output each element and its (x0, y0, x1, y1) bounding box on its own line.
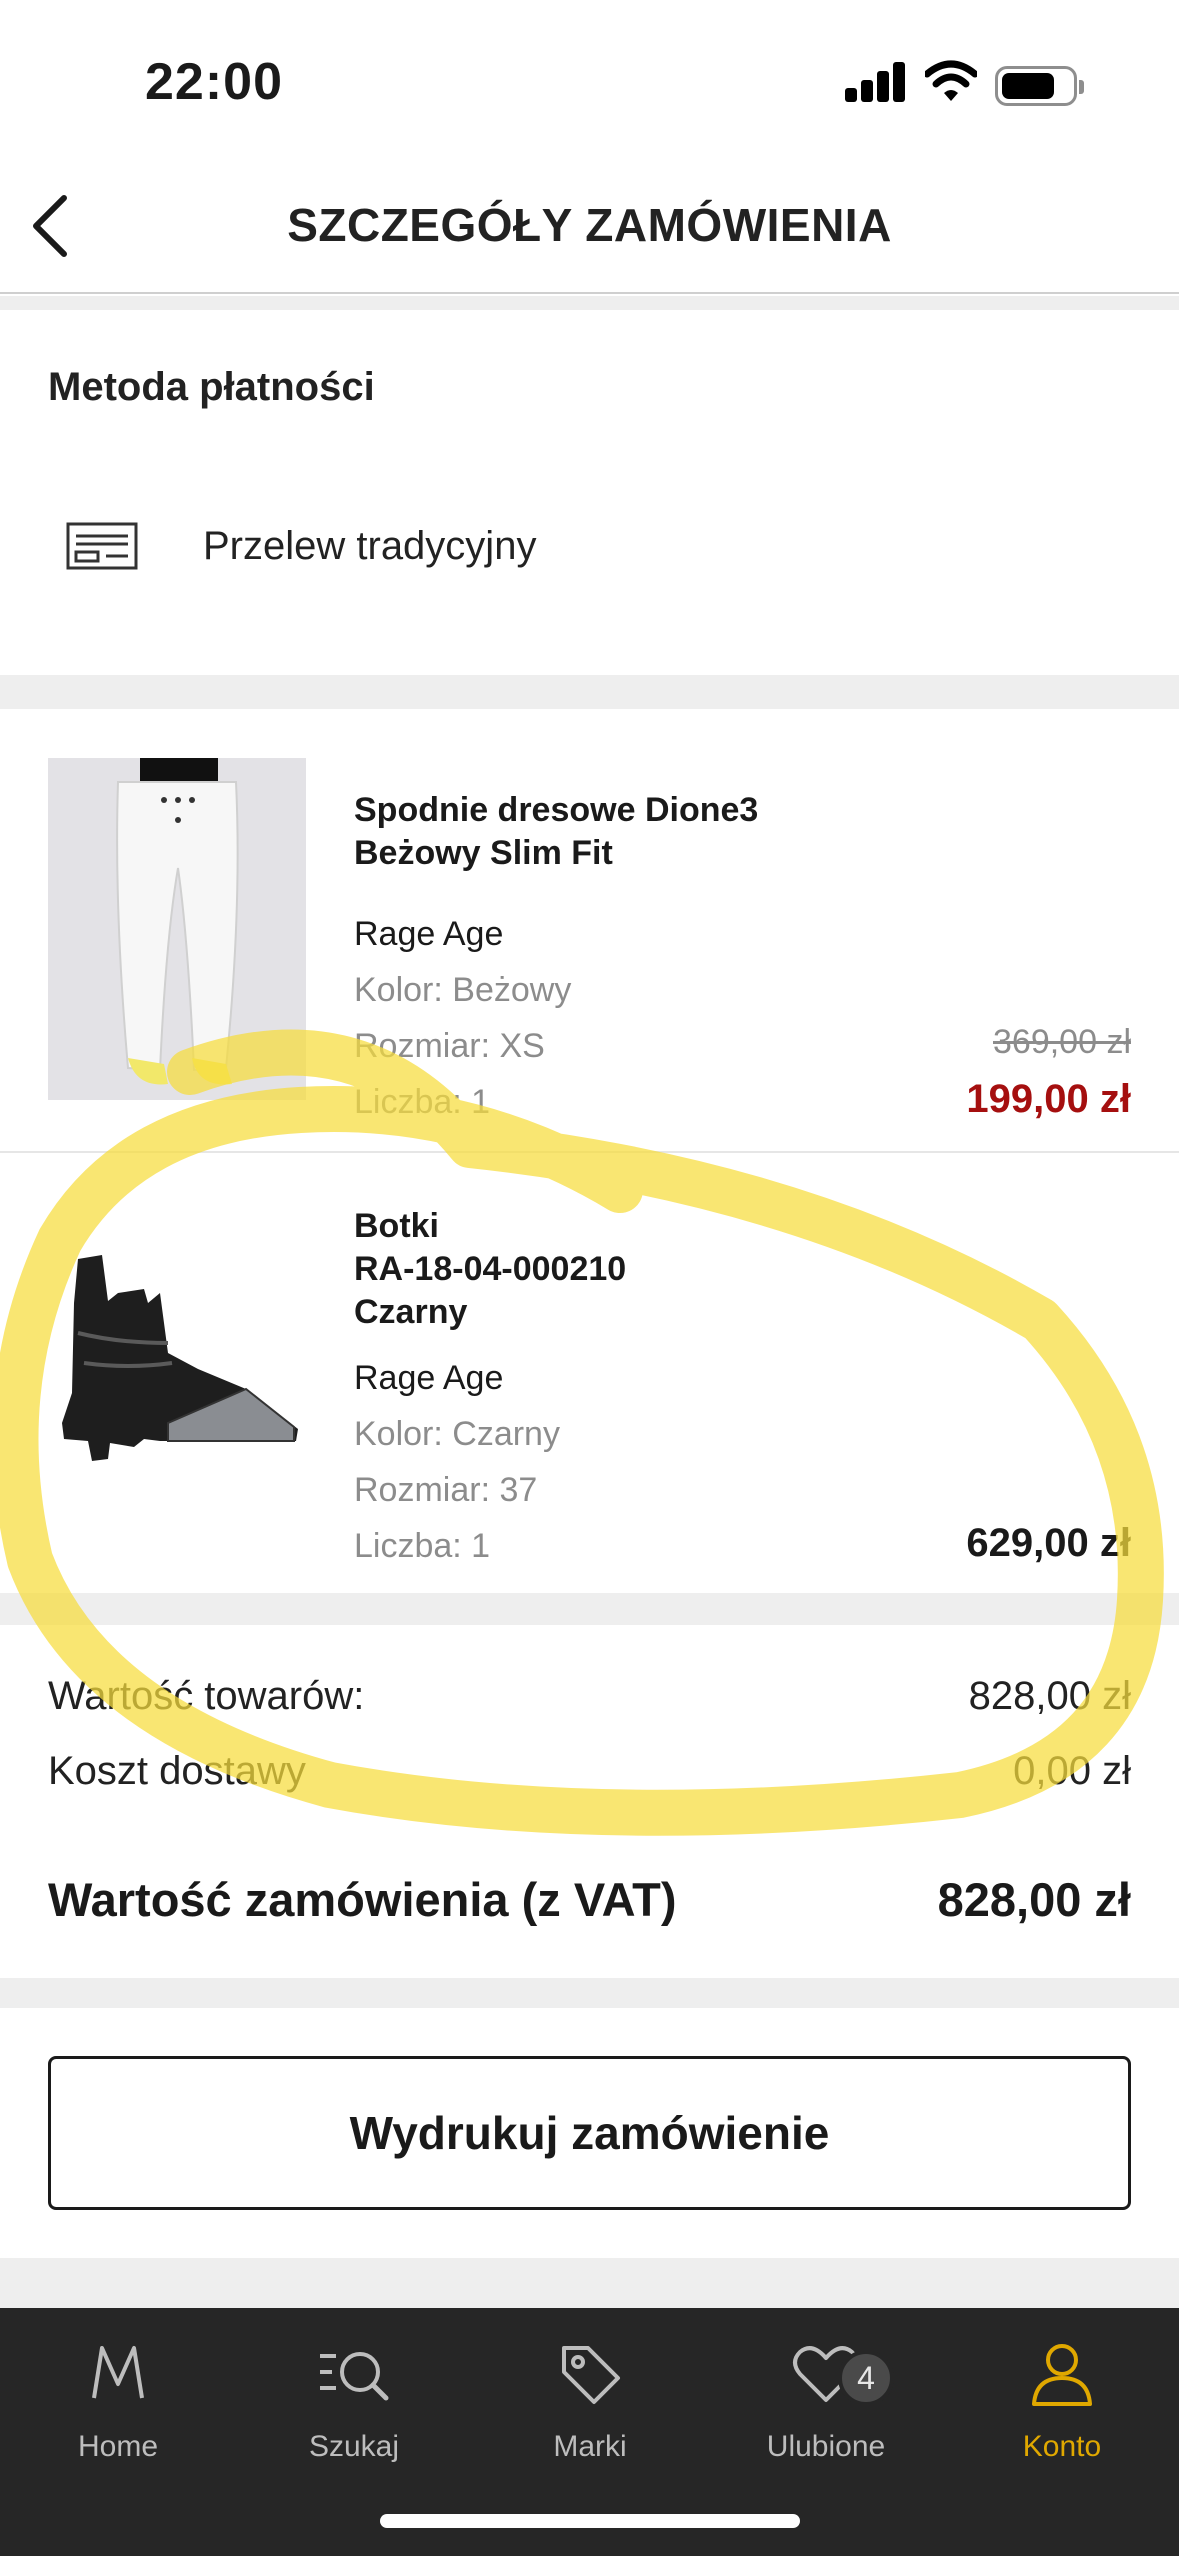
tab-label: Home (77, 2430, 159, 2463)
tab-label: Ulubione (766, 2430, 886, 2463)
user-icon (1032, 2344, 1092, 2406)
home-indicator (380, 2514, 800, 2528)
product-old-price: 369,00 zł (993, 1023, 1131, 1061)
section-divider (0, 1593, 1179, 1625)
product-brand: Rage Age (354, 1359, 504, 1397)
tab-account[interactable]: Konto (944, 2308, 1179, 2508)
tab-search[interactable]: Szukaj (236, 2308, 472, 2508)
product-price: 629,00 zł (966, 1521, 1131, 1565)
search-icon (320, 2352, 389, 2401)
product-color: Kolor: Beżowy (354, 971, 572, 1009)
section-divider (0, 675, 1179, 709)
tag-icon (562, 2346, 620, 2404)
product-color: Kolor: Czarny (354, 1415, 560, 1453)
product-quantity: Liczba: 1 (354, 1083, 491, 1121)
delivery-cost-label: Koszt dostawy (48, 1749, 306, 1793)
product-name[interactable]: Spodnie dresowe Dione3 Beżowy Slim Fit (354, 789, 758, 875)
section-divider (0, 296, 1179, 310)
order-item: Botki RA-18-04-000210 Czarny Rage Age Ko… (0, 1153, 1179, 1593)
product-image[interactable] (48, 758, 306, 1100)
payment-section-title: Metoda płatności (48, 365, 375, 409)
product-size: Rozmiar: XS (354, 1027, 545, 1065)
m-logo-icon (92, 2346, 144, 2399)
bank-transfer-icon (66, 522, 138, 570)
product-price: 199,00 zł (966, 1077, 1131, 1121)
tab-label: Konto (1022, 2430, 1102, 2463)
order-total-label: Wartość zamówienia (z VAT) (48, 1873, 677, 1926)
print-order-button[interactable]: Wydrukuj zamówienie (48, 2056, 1131, 2210)
product-image[interactable] (48, 1193, 306, 1533)
tab-brands[interactable]: Marki (472, 2308, 708, 2508)
header: SZCZEGÓŁY ZAMÓWIENIA (0, 150, 1179, 294)
product-name[interactable]: Botki RA-18-04-000210 Czarny (354, 1205, 626, 1334)
status-bar: 22:00 (0, 0, 1179, 150)
page-title: SZCZEGÓŁY ZAMÓWIENIA (287, 199, 892, 251)
goods-value-label: Wartość towarów: (48, 1674, 365, 1718)
battery-icon (995, 66, 1084, 106)
tab-label: Szukaj (308, 2430, 400, 2463)
order-total-value: 828,00 zł (937, 1873, 1131, 1926)
section-divider (0, 1978, 1179, 2008)
product-brand: Rage Age (354, 915, 504, 953)
wifi-icon (925, 60, 977, 101)
payment-method-label: Przelew tradycyjny (203, 524, 537, 568)
goods-value: 828,00 zł (968, 1674, 1131, 1718)
status-time: 22:00 (145, 53, 283, 111)
product-size: Rozmiar: 37 (354, 1471, 538, 1509)
order-item: Spodnie dresowe Dione3 Beżowy Slim Fit R… (0, 709, 1179, 1151)
product-quantity: Liczba: 1 (354, 1527, 491, 1565)
cellular-signal-icon (845, 62, 907, 102)
tab-favorites[interactable]: 4 Ulubione (708, 2308, 944, 2508)
favorites-count-badge: 4 (838, 2350, 894, 2406)
tab-home[interactable]: Home (0, 2308, 236, 2508)
section-divider (0, 2258, 1179, 2308)
tab-label: Marki (553, 2430, 627, 2463)
delivery-cost-value: 0,00 zł (1013, 1749, 1131, 1793)
